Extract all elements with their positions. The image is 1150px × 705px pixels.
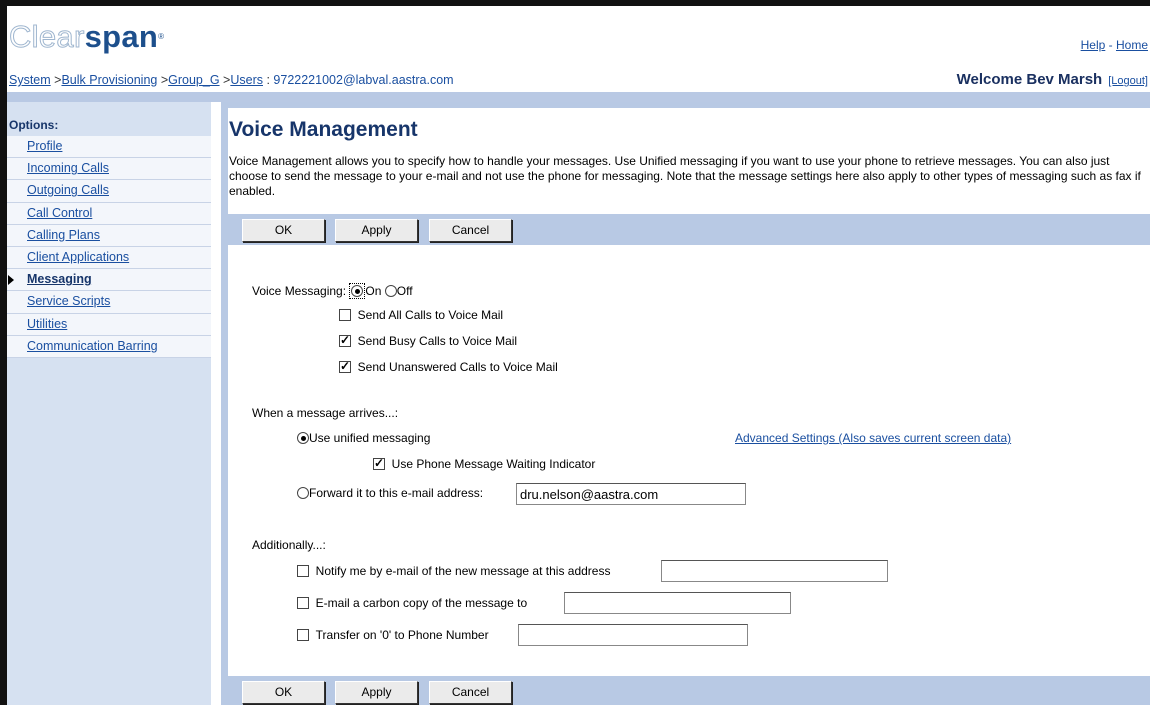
send-busy-label: Send Busy Calls to Voice Mail <box>357 334 518 348</box>
sidebar-item-outgoing-calls[interactable]: Outgoing Calls <box>7 180 211 203</box>
send-unanswered-row: Send Unanswered Calls to Voice Mail <box>339 359 558 374</box>
breadcrumb: System >Bulk Provisioning >Group_G >User… <box>9 73 454 87</box>
mwi-checkbox[interactable] <box>373 456 385 470</box>
send-unanswered-label: Send Unanswered Calls to Voice Mail <box>357 360 558 374</box>
sidebar-item-label[interactable]: Profile <box>27 139 62 153</box>
help-link[interactable]: Help <box>1081 38 1106 52</box>
send-all-row: Send All Calls to Voice Mail <box>339 308 503 322</box>
breadcrumb-current-user: 9722221002@labval.aastra.com <box>273 73 454 87</box>
logout-link[interactable]: [Logout] <box>1108 75 1148 87</box>
top-button-bar: OK Apply Cancel <box>228 214 1150 245</box>
forward-email-label: Forward it to this e-mail address: <box>309 486 484 500</box>
notify-email-row: Notify me by e-mail of the new message a… <box>297 564 610 578</box>
sidebar-item-label[interactable]: Incoming Calls <box>27 161 109 175</box>
carbon-copy-checkbox[interactable] <box>297 597 309 609</box>
apply-button[interactable]: Apply <box>335 219 418 242</box>
advanced-settings-link[interactable]: Advanced Settings (Also saves current sc… <box>735 431 1011 445</box>
sidebar-item-messaging[interactable]: Messaging <box>7 269 211 292</box>
send-all-checkbox[interactable] <box>339 309 351 321</box>
notify-email-label: Notify me by e-mail of the new message a… <box>315 564 611 578</box>
transfer-phone-input[interactable] <box>518 624 748 646</box>
sidebar-item-service-scripts[interactable]: Service Scripts <box>7 291 211 314</box>
on-label: On <box>365 284 382 298</box>
sidebar-item-label[interactable]: Client Applications <box>27 250 129 264</box>
sidebar-item-label[interactable]: Calling Plans <box>27 228 100 242</box>
sidebar-item-communication-barring[interactable]: Communication Barring <box>7 335 211 358</box>
sidebar-item-label[interactable]: Communication Barring <box>27 339 158 353</box>
top-links: Help - Home <box>1081 38 1148 52</box>
ok-button[interactable]: OK <box>242 219 325 242</box>
notify-email-checkbox[interactable] <box>297 565 309 577</box>
bottom-button-bar: OK Apply Cancel <box>228 676 1150 705</box>
sidebar-item-calling-plans[interactable]: Calling Plans <box>7 224 211 247</box>
forward-email-row: Forward it to this e-mail address: <box>297 486 483 500</box>
send-busy-row: Send Busy Calls to Voice Mail <box>339 333 518 348</box>
cancel-button[interactable]: Cancel <box>429 219 512 242</box>
sidebar-heading: Options: <box>9 118 59 132</box>
voice-messaging-off-radio[interactable] <box>384 285 397 297</box>
transfer-checkbox[interactable] <box>297 629 309 641</box>
header-divider-strip <box>7 92 1150 102</box>
sidebar-item-label[interactable]: Call Control <box>27 206 92 220</box>
radio-on-focus <box>349 283 366 299</box>
forward-email-input[interactable] <box>516 483 746 505</box>
forward-email-radio[interactable] <box>297 487 309 499</box>
main-panel: Voice Management Voice Management allows… <box>221 102 1150 705</box>
unified-messaging-radio[interactable] <box>297 432 309 444</box>
page-description: Voice Management allows you to specify h… <box>229 154 1141 198</box>
sidebar-item-label[interactable]: Service Scripts <box>27 294 110 308</box>
send-unanswered-checkbox[interactable] <box>339 359 351 373</box>
voice-messaging-label: Voice Messaging: <box>252 284 347 298</box>
sidebar-item-label[interactable]: Outgoing Calls <box>27 183 109 197</box>
sidebar: Options: Profile Incoming Calls Outgoing… <box>7 102 211 705</box>
voice-management-form: Voice Messaging: On Off Send All Calls t… <box>228 245 1150 676</box>
off-label: Off <box>396 284 413 298</box>
mwi-row: Use Phone Message Waiting Indicator <box>373 456 596 471</box>
window-frame-left <box>0 0 7 705</box>
sidebar-item-call-control[interactable]: Call Control <box>7 202 211 225</box>
sidebar-item-incoming-calls[interactable]: Incoming Calls <box>7 158 211 181</box>
transfer-label: Transfer on '0' to Phone Number <box>315 628 489 642</box>
breadcrumb-group[interactable]: Group_G <box>168 73 219 87</box>
mwi-label: Use Phone Message Waiting Indicator <box>391 457 596 471</box>
page-title: Voice Management <box>229 118 418 141</box>
carbon-copy-label: E-mail a carbon copy of the message to <box>315 596 528 610</box>
home-link[interactable]: Home <box>1116 38 1148 52</box>
welcome-area: Welcome Bev Marsh [Logout] <box>957 71 1148 88</box>
carbon-copy-input[interactable] <box>564 592 791 614</box>
sidebar-item-utilities[interactable]: Utilities <box>7 313 211 336</box>
clearspan-logo: Clearspan® <box>9 19 165 54</box>
sidebar-menu: Profile Incoming Calls Outgoing Calls Ca… <box>7 136 211 358</box>
unified-messaging-label: Use unified messaging <box>309 431 431 445</box>
sidebar-item-label[interactable]: Messaging <box>27 272 92 286</box>
welcome-text: Welcome Bev Marsh <box>956 71 1103 88</box>
when-message-arrives-heading: When a message arrives...: <box>252 406 399 420</box>
breadcrumb-bulk-provisioning[interactable]: Bulk Provisioning <box>61 73 157 87</box>
apply-button[interactable]: Apply <box>335 681 418 704</box>
additionally-heading: Additionally...: <box>252 538 326 552</box>
sidebar-item-profile[interactable]: Profile <box>7 136 211 159</box>
sidebar-item-client-applications[interactable]: Client Applications <box>7 246 211 270</box>
transfer-row: Transfer on '0' to Phone Number <box>297 628 489 642</box>
ok-button[interactable]: OK <box>242 681 325 704</box>
carbon-copy-row: E-mail a carbon copy of the message to <box>297 596 527 610</box>
send-busy-checkbox[interactable] <box>339 333 351 347</box>
content-area: Voice Management Voice Management allows… <box>228 108 1150 705</box>
notify-email-input[interactable] <box>661 560 888 582</box>
voice-messaging-row: Voice Messaging: On Off <box>252 283 413 299</box>
toplink-separator: - <box>1105 38 1116 52</box>
breadcrumb-users[interactable]: Users <box>230 73 263 87</box>
sidebar-item-label[interactable]: Utilities <box>27 317 67 331</box>
voice-messaging-on-radio[interactable] <box>351 285 364 297</box>
breadcrumb-system[interactable]: System <box>9 73 51 87</box>
active-arrow-icon <box>8 275 14 286</box>
send-all-label: Send All Calls to Voice Mail <box>357 308 504 322</box>
unified-messaging-row: Use unified messaging <box>297 431 430 445</box>
cancel-button[interactable]: Cancel <box>429 681 512 704</box>
window-frame-top <box>0 0 1150 6</box>
